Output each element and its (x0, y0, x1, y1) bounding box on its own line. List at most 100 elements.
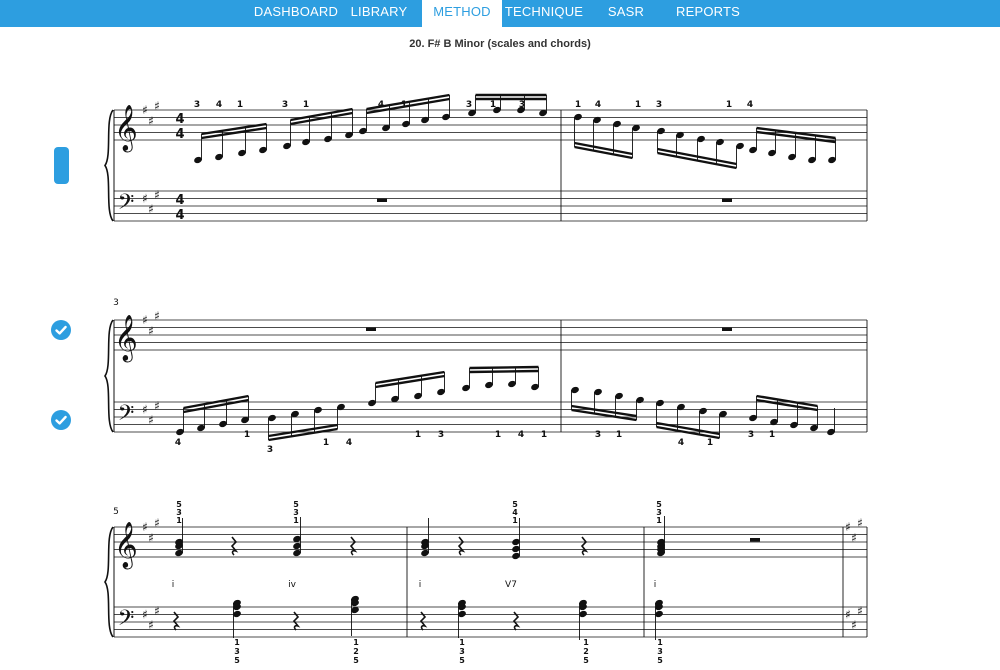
quarter-rest (349, 536, 358, 556)
fingering-number: 3 (657, 647, 663, 656)
fingering-number: 1 (237, 100, 243, 110)
key-signature-sharp: ♯ (851, 618, 857, 632)
sheet-music: 𝄞𝄢♯♯♯♯♯♯44443 4 1 3 1 4 1 3 1 3 1 4 1 3 1 43𝄞𝄢♯♯♯♯♯♯413… (104, 93, 868, 665)
fingering-number: 1 (635, 100, 641, 110)
fingering-number: 1 (176, 516, 182, 525)
fingering-number: 5 (657, 656, 663, 665)
fingering-number: 4 (175, 438, 181, 448)
key-signature-sharp: ♯ (148, 202, 154, 216)
fingering-number: 1 (459, 638, 465, 647)
fingering-number: 4 (346, 438, 352, 448)
chord-symbol: i (172, 580, 175, 590)
time-signature: 4 (175, 193, 184, 208)
fingering-number: 1 (495, 430, 501, 440)
measure-number: 3 (113, 298, 119, 308)
quarter-rest (230, 536, 239, 556)
fingering-number: 1 (575, 100, 581, 110)
beam (469, 369, 539, 374)
fingering-number: 3 (519, 100, 525, 110)
fingering-number: 1 (293, 516, 299, 525)
fingering-number: 1 (244, 430, 250, 440)
fingering-number: 4 (595, 100, 601, 110)
whole-rest (722, 198, 732, 202)
whole-rest (366, 327, 376, 331)
key-signature-sharp: ♯ (154, 604, 160, 618)
fingering-number: 1 (234, 638, 240, 647)
fingering-number: 3 (282, 100, 288, 110)
chord-symbol: i (419, 580, 422, 590)
chord-symbol: iv (288, 580, 297, 590)
time-signature: 4 (175, 208, 184, 223)
key-signature-sharp: ♯ (154, 399, 160, 413)
key-signature-sharp: ♯ (148, 413, 154, 427)
fingering-number: 1 (707, 438, 713, 448)
key-signature-sharp: ♯ (148, 531, 154, 545)
key-signature-sharp: ♯ (142, 403, 148, 417)
time-signature: 4 (175, 112, 184, 127)
key-signature-sharp: ♯ (154, 99, 160, 113)
fingering-number: 3 (459, 647, 465, 656)
fingering-number: 1 (512, 516, 518, 525)
beam (469, 365, 539, 370)
fingering-number: 3 (656, 100, 662, 110)
fingering-number: 3 (194, 100, 200, 110)
fingering-number: 1 (616, 430, 622, 440)
fingering-number: 1 (541, 430, 547, 440)
key-signature-sharp: ♯ (857, 516, 863, 530)
fingering-number: 5 (353, 656, 359, 665)
fingering-number: 1 (490, 100, 496, 110)
key-signature-sharp: ♯ (845, 608, 851, 622)
brace (104, 109, 114, 222)
fingering-number: 3 (234, 647, 240, 656)
whole-rest (377, 198, 387, 202)
whole-rest (722, 327, 732, 331)
fingering-number: 5 (459, 656, 465, 665)
key-signature-sharp: ♯ (148, 114, 154, 128)
beam (657, 151, 737, 170)
fingering-number: 2 (583, 647, 589, 656)
fingering-number: 3 (267, 445, 273, 455)
fingering-number: 1 (323, 438, 329, 448)
fingering-number: 1 (353, 638, 359, 647)
key-signature-sharp: ♯ (142, 192, 148, 206)
measure-number: 5 (113, 507, 119, 517)
fingering-number: 4 (378, 100, 384, 110)
fingering-number: 2 (353, 647, 359, 656)
quarter-rest (580, 536, 589, 556)
fingering-number: 4 (747, 100, 753, 110)
key-signature-sharp: ♯ (142, 313, 148, 327)
beam (657, 147, 737, 166)
key-signature-sharp: ♯ (857, 604, 863, 618)
chord-symbol: V7 (505, 580, 517, 590)
fingering-number: 4 (678, 438, 684, 448)
fingering-number: 5 (583, 656, 589, 665)
whole-rest (750, 538, 760, 542)
fingering-number: 1 (769, 430, 775, 440)
chord-symbol: i (654, 580, 657, 590)
key-signature-sharp: ♯ (142, 520, 148, 534)
fingering-number: 1 (401, 100, 407, 110)
key-signature-sharp: ♯ (148, 324, 154, 338)
fingering-number: 1 (583, 638, 589, 647)
fingering-number: 4 (518, 430, 524, 440)
key-signature-sharp: ♯ (154, 516, 160, 530)
time-signature: 4 (175, 127, 184, 142)
fingering-number: 4 (216, 100, 222, 110)
fingering-number: 3 (438, 430, 444, 440)
brace (104, 319, 114, 433)
fingering-number: 1 (726, 100, 732, 110)
fingering-number: 5 (234, 656, 240, 665)
fingering-number: 1 (415, 430, 421, 440)
bass-clef: 𝄢 (118, 401, 135, 431)
fingering-number: 1 (657, 638, 663, 647)
key-signature-sharp: ♯ (142, 103, 148, 117)
bass-clef: 𝄢 (118, 606, 135, 636)
key-signature-sharp: ♯ (154, 188, 160, 202)
fingering-number: 1 (303, 100, 309, 110)
quarter-rest (457, 536, 466, 556)
treble-clef: 𝄞 (114, 105, 138, 153)
fingering-number: 3 (748, 430, 754, 440)
bass-clef: 𝄢 (118, 190, 135, 220)
key-signature-sharp: ♯ (851, 531, 857, 545)
treble-clef: 𝄞 (114, 315, 138, 363)
